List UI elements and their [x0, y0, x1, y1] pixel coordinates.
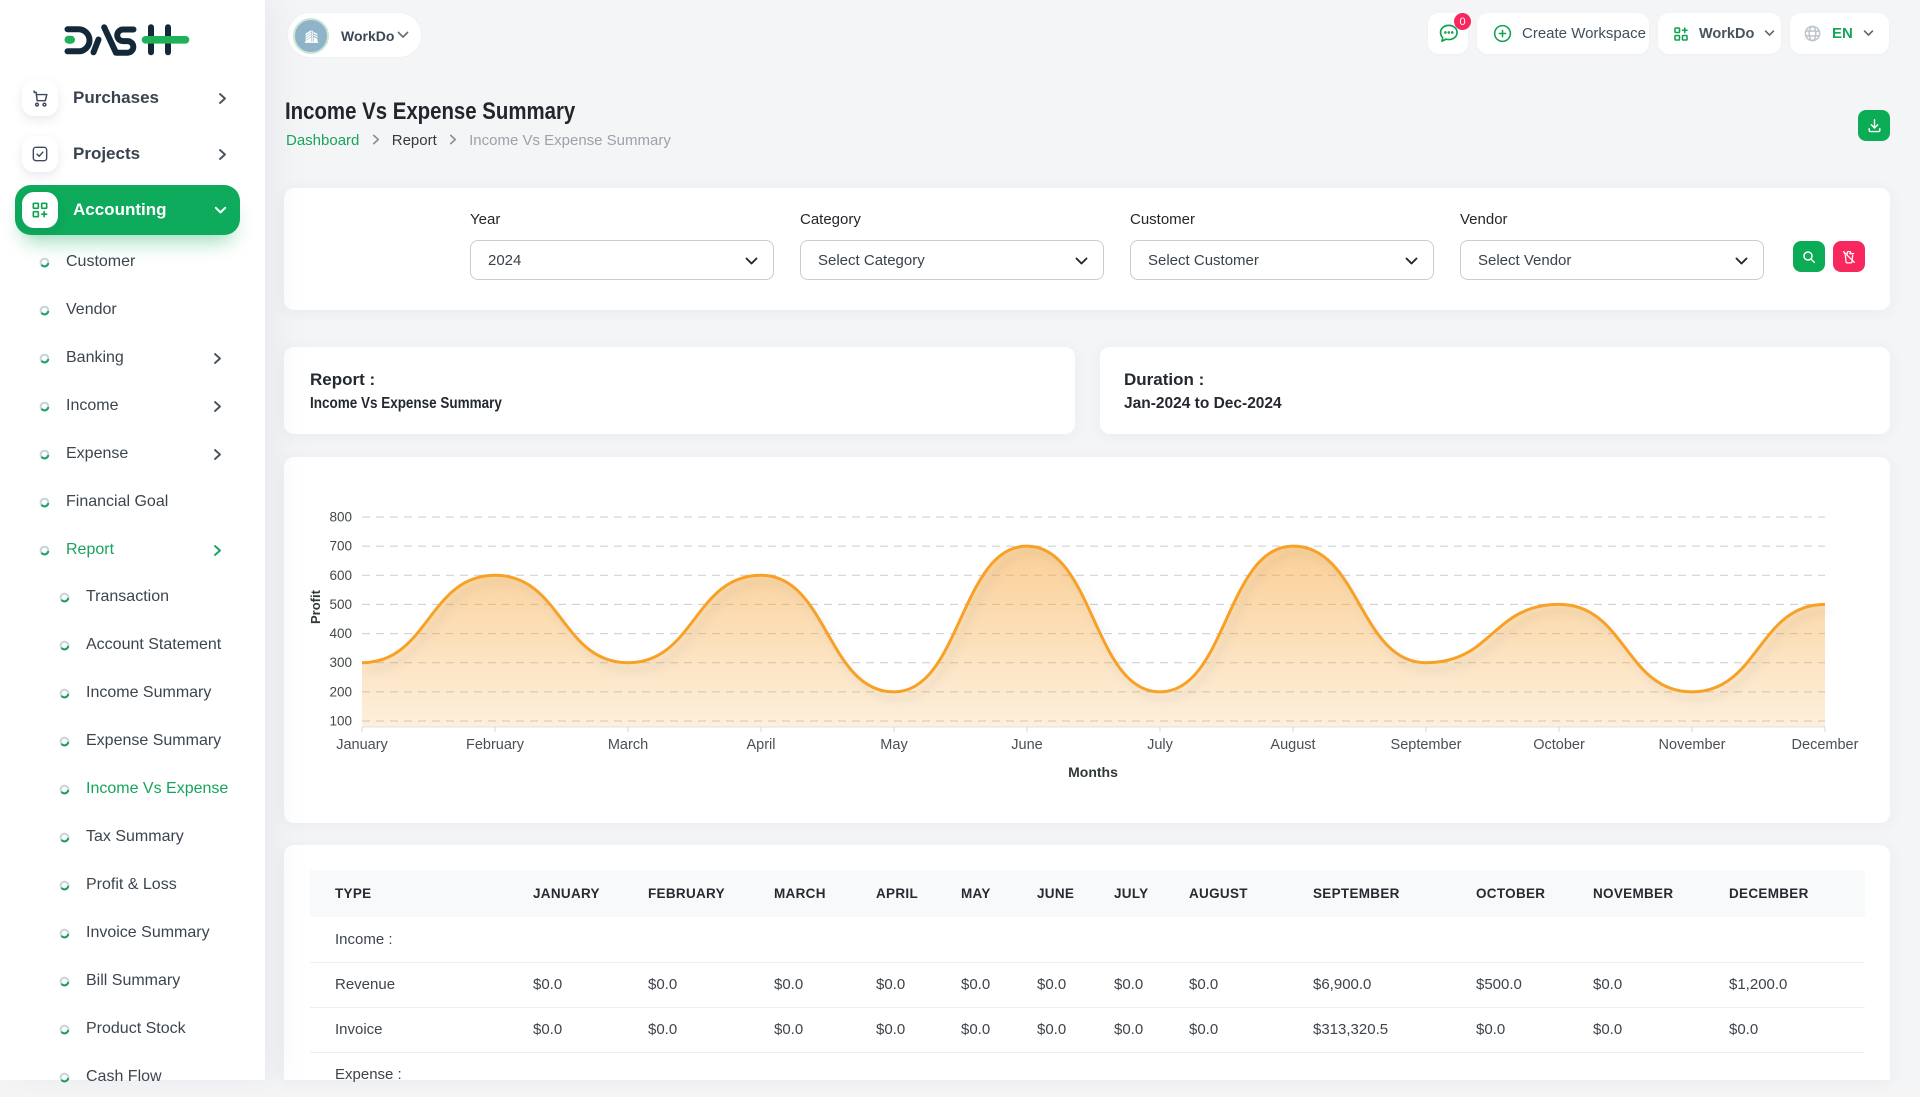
svg-text:May: May: [880, 737, 908, 753]
svg-text:100: 100: [329, 714, 352, 729]
svg-text:Profit: Profit: [308, 589, 323, 624]
svg-text:500: 500: [329, 597, 352, 612]
svg-text:700: 700: [329, 539, 352, 554]
svg-text:September: September: [1391, 737, 1462, 753]
svg-text:January: January: [336, 737, 388, 753]
svg-text:April: April: [746, 737, 775, 753]
svg-text:December: December: [1792, 737, 1859, 753]
svg-text:June: June: [1011, 737, 1042, 753]
svg-text:400: 400: [329, 626, 352, 641]
svg-text:300: 300: [329, 655, 352, 670]
svg-text:600: 600: [329, 568, 352, 583]
svg-text:200: 200: [329, 684, 352, 699]
svg-text:Months: Months: [1068, 764, 1118, 780]
svg-text:March: March: [608, 737, 648, 753]
svg-text:November: November: [1659, 737, 1726, 753]
svg-text:October: October: [1533, 737, 1585, 753]
svg-text:February: February: [466, 737, 525, 753]
svg-text:July: July: [1147, 737, 1174, 753]
svg-text:800: 800: [329, 510, 352, 525]
svg-text:August: August: [1270, 737, 1315, 753]
